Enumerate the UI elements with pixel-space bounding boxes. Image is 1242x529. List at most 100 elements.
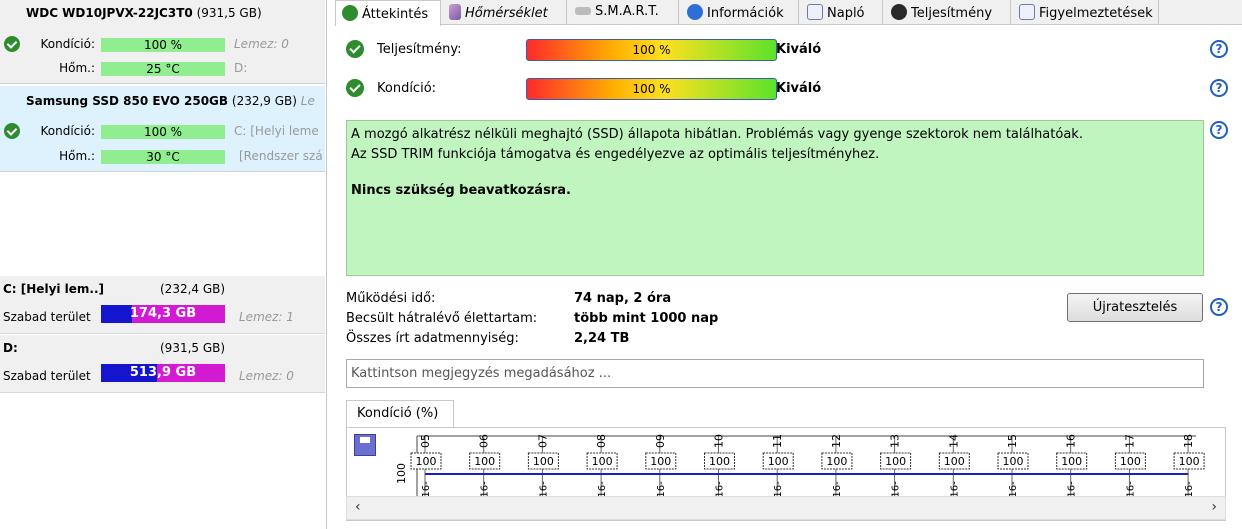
scroll-left-icon[interactable]: ‹ [355, 499, 361, 515]
data-label: 100 [533, 455, 554, 468]
chart-tab[interactable]: Kondíció (%) [346, 400, 454, 428]
alerts-icon [1019, 4, 1035, 20]
thermometer-icon [449, 4, 461, 20]
volume-size: (232,4 GB) [160, 282, 226, 296]
temp-bar: 25 °C [101, 62, 225, 76]
drive-title: Samsung SSD 850 EVO 250GB (232,9 GB) Le [26, 94, 315, 108]
x-tick-label: 12 [830, 434, 843, 448]
tab-info[interactable]: Információk [679, 0, 799, 25]
description-line: A mozgó alkatrész nélküli meghajtó (SSD)… [351, 127, 1083, 142]
lifetime-label: Becsült hátralévő élettartam: [346, 311, 538, 326]
health-label: Kondíció: [377, 81, 437, 96]
tab-smart[interactable]: S.M.A.R.T. [567, 0, 679, 25]
description-line: Az SSD TRIM funkciója támogatva és enged… [351, 147, 880, 162]
status-description: A mozgó alkatrész nélküli meghajtó (SSD)… [346, 120, 1204, 276]
health-rating: Kiváló [776, 81, 822, 96]
data-label: 100 [709, 455, 730, 468]
x-tick-label: 14 [947, 434, 960, 448]
data-label: 100 [592, 455, 613, 468]
performance-label: Teljesítmény: [377, 42, 462, 57]
check-icon [4, 123, 20, 139]
partition-label: C: [Helyi leme [234, 124, 319, 138]
x-tick-label: 17 [1123, 434, 1136, 448]
check-icon [4, 36, 20, 52]
volume-name: D: [3, 341, 18, 355]
data-label: 100 [826, 455, 847, 468]
data-label: 100 [1003, 455, 1024, 468]
free-space-bar: 513,9 GB [101, 364, 225, 382]
help-icon[interactable]: ? [1210, 40, 1228, 58]
health-bar: 100 % [101, 38, 225, 52]
chart-scrollbar[interactable]: ‹ › [346, 496, 1226, 520]
save-chart-icon[interactable] [354, 434, 376, 456]
performance-rating: Kiváló [776, 42, 822, 57]
tab-overview[interactable]: Áttekintés [335, 0, 441, 26]
data-label: 100 [885, 455, 906, 468]
drive-health-row: Kondíció: 100 % Lemez: 0 [0, 34, 325, 54]
x-tick-label: 07 [536, 434, 549, 448]
health-label: Kondíció: [40, 37, 96, 51]
uptime-label: Működési idő: [346, 291, 436, 306]
drive-card-selected[interactable]: Samsung SSD 850 EVO 250GB (232,9 GB) Le … [0, 86, 325, 172]
description-conclusion: Nincs szükség beavatkozásra. [351, 183, 571, 198]
drive-title: WDC WD10JPVX-22JC3T0 (931,5 GB) [26, 6, 262, 20]
drive-card[interactable]: WDC WD10JPVX-22JC3T0 (931,5 GB) Kondíció… [0, 0, 325, 84]
note-input[interactable]: Kattintson megjegyzés megadásához ... [346, 359, 1204, 388]
tab-bar: Áttekintés Hőmérséklet S.M.A.R.T. Inform… [335, 0, 1242, 26]
health-bar: 100 % [526, 78, 777, 100]
free-space-label: Szabad terület [3, 310, 91, 324]
data-label: 100 [1061, 455, 1082, 468]
drive-health-row: Kondíció: 100 % C: [Helyi leme [0, 121, 325, 141]
written-value: 2,24 TB [574, 331, 630, 346]
retest-button[interactable]: Újratesztelés [1067, 293, 1203, 322]
data-label: 100 [768, 455, 789, 468]
x-tick-label: 10 [713, 434, 726, 448]
health-bar: 100 % [101, 125, 225, 139]
x-tick-label: 16 [1065, 434, 1078, 448]
free-space-label: Szabad terület [3, 369, 91, 383]
uptime-value: 74 nap, 2 óra [574, 291, 672, 306]
help-icon[interactable]: ? [1210, 121, 1228, 139]
data-label: 100 [474, 455, 495, 468]
x-tick-label: 08 [595, 434, 608, 448]
volume-disk: Lemez: 0 [239, 369, 294, 383]
volume-c[interactable]: C: [Helyi lem..] (232,4 GB) Szabad terül… [0, 276, 325, 334]
scroll-right-icon[interactable]: › [1211, 499, 1217, 515]
partition-label: D: [234, 61, 248, 75]
free-space-bar: 174,3 GB [101, 305, 225, 323]
help-icon[interactable]: ? [1210, 79, 1228, 97]
x-tick-label: 15 [1006, 434, 1019, 448]
data-label: 100 [416, 455, 437, 468]
smart-icon [575, 7, 591, 15]
performance-row: Teljesítmény: 100 % Kiváló [346, 38, 1216, 62]
x-tick-label: 11 [771, 434, 784, 448]
lifetime-value: több mint 1000 nap [574, 311, 719, 326]
drive-temp-row: Hőm.: 30 °C [Rendszer szá [0, 146, 325, 166]
x-tick-label: 13 [889, 434, 902, 448]
log-icon [807, 4, 823, 20]
tab-performance[interactable]: Teljesítmény [883, 0, 1011, 25]
check-icon [346, 40, 364, 58]
volume-name: C: [Helyi lem..] [3, 282, 105, 296]
info-icon [687, 4, 703, 20]
tab-alerts[interactable]: Figyelmeztetések [1011, 0, 1159, 25]
data-label: 100 [1179, 455, 1200, 468]
disk-label: Lemez: 0 [234, 37, 289, 51]
tab-temperature[interactable]: Hőmérséklet [441, 0, 567, 25]
temp-label: Hőm.: [59, 149, 95, 163]
drive-panel: WDC WD10JPVX-22JC3T0 (931,5 GB) Kondíció… [0, 0, 327, 529]
health-label: Kondíció: [40, 124, 96, 138]
y-tick-label: 100 [395, 463, 408, 484]
help-icon[interactable]: ? [1210, 298, 1228, 316]
tab-log[interactable]: Napló [799, 0, 883, 25]
performance-bar: 100 % [526, 39, 777, 61]
x-tick-label: 18 [1182, 434, 1195, 448]
volume-size: (931,5 GB) [160, 341, 226, 355]
volume-d[interactable]: D: (931,5 GB) Szabad terület 513,9 GB Le… [0, 335, 325, 393]
check-icon [342, 5, 358, 21]
x-tick-label: 09 [654, 434, 667, 448]
health-row: Kondíció: 100 % Kiváló [346, 77, 1216, 101]
written-label: Összes írt adatmennyiség: [346, 331, 519, 346]
x-tick-label: 06 [478, 434, 491, 448]
data-label: 100 [1120, 455, 1141, 468]
